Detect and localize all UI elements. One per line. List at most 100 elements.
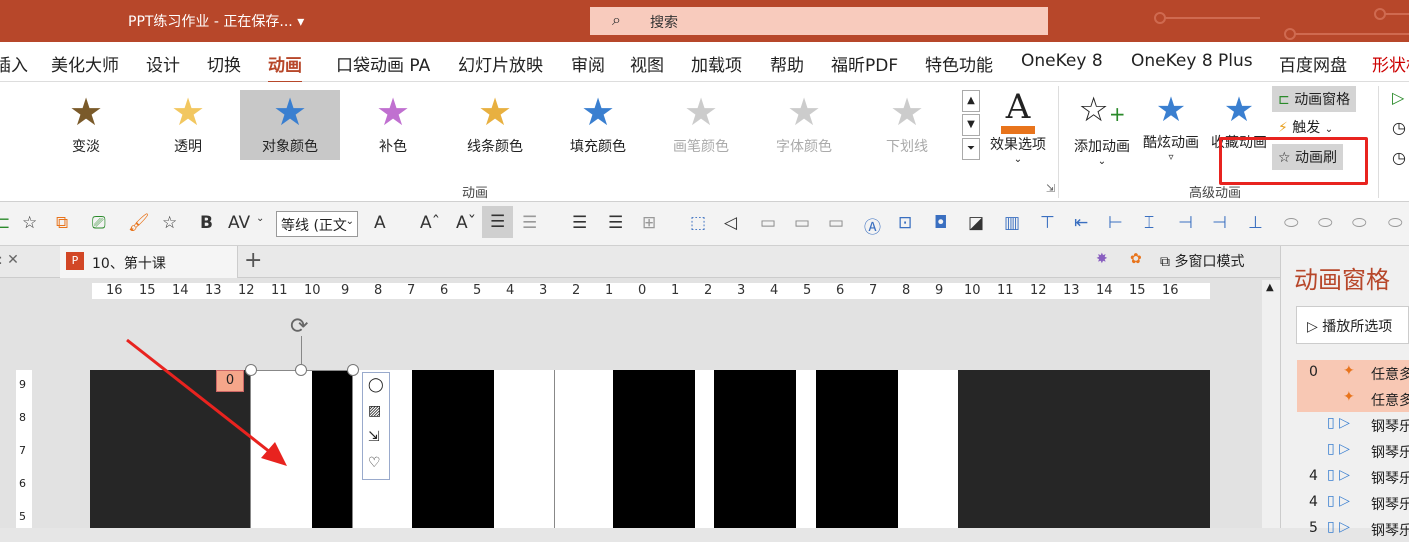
- shapes-icon[interactable]: ◘: [934, 213, 947, 233]
- send-icon[interactable]: ◁: [724, 213, 737, 233]
- align-center-objects-icon[interactable]: ⌶: [1144, 213, 1154, 233]
- search-box[interactable]: ⌕ 搜索: [590, 7, 1048, 35]
- textbox-icon[interactable]: ▭: [760, 213, 776, 233]
- multi-window-button[interactable]: ⧉ 多窗口模式: [1160, 251, 1244, 271]
- animation-effect-6[interactable]: ★ 画笔颜色: [651, 90, 751, 160]
- preview-play-icon[interactable]: ▷: [1392, 88, 1404, 107]
- tab-3[interactable]: 切换: [207, 51, 241, 76]
- tab-15[interactable]: 百度网盘: [1279, 51, 1347, 76]
- tab-10[interactable]: 帮助: [770, 51, 804, 76]
- gallery-scroll-down[interactable]: ▼: [962, 114, 980, 136]
- animation-list-item[interactable]: 0 ✦ 任意多: [1297, 360, 1409, 386]
- align-left-icon[interactable]: ☰: [572, 213, 587, 233]
- scroll-up-icon[interactable]: ▲: [1266, 282, 1274, 293]
- animation-list-item[interactable]: 4 ▯ ▷ 钢琴乐: [1297, 490, 1409, 516]
- animation-list-item[interactable]: ✦ 任意多: [1297, 386, 1409, 412]
- resize-handle[interactable]: [347, 364, 359, 376]
- align-left-objects-icon[interactable]: ⊢: [1108, 213, 1123, 233]
- delay-clock-icon[interactable]: ◷: [1392, 148, 1406, 167]
- shape-icon[interactable]: ⧉: [56, 213, 68, 233]
- add-animation-button[interactable]: ☆+ 添加动画 ⌄: [1068, 88, 1136, 167]
- play-selected-button[interactable]: ▷ 播放所选项: [1296, 306, 1409, 344]
- grow-font-icon[interactable]: Aˆ: [420, 213, 440, 233]
- tab-11[interactable]: 福昕PDF: [831, 51, 898, 76]
- font-select[interactable]: 等线 (正文 ⌄: [276, 211, 358, 237]
- shape-outline-icon[interactable]: ◯: [368, 377, 384, 393]
- animation-effect-5[interactable]: ★ 填充颜色: [548, 90, 648, 160]
- textbox-top-icon[interactable]: ▭: [828, 213, 844, 233]
- animation-effect-7[interactable]: ★ 字体颜色: [754, 90, 854, 160]
- piano-black-key[interactable]: [613, 370, 695, 528]
- gallery-scroll-up[interactable]: ▲: [962, 90, 980, 112]
- animation-effect-4[interactable]: ★ 线条颜色: [445, 90, 545, 160]
- animation-effect-2[interactable]: ★ 对象颜色: [240, 90, 340, 160]
- merge-shapes-icon[interactable]: ⬭: [1284, 213, 1299, 233]
- image-icon[interactable]: ▨: [368, 403, 381, 419]
- animation-list-item[interactable]: ▯ ▷ 钢琴乐: [1297, 412, 1409, 438]
- effect-options-button[interactable]: A 效果选项 ⌄: [986, 88, 1050, 165]
- chart-icon[interactable]: ▥: [1004, 213, 1020, 233]
- char-spacing-button[interactable]: AV: [228, 213, 250, 233]
- animation-list-item[interactable]: 4 ▯ ▷ 钢琴乐: [1297, 464, 1409, 490]
- play-star-icon[interactable]: ☆: [22, 213, 37, 233]
- piano-black-key[interactable]: [714, 370, 796, 528]
- magic-icon[interactable]: ✸: [1096, 251, 1108, 267]
- union-icon[interactable]: ⬭: [1318, 213, 1333, 233]
- paint-brush-icon[interactable]: 🖌: [128, 213, 150, 233]
- vertical-scrollbar[interactable]: ▲: [1262, 280, 1280, 528]
- align-top-icon[interactable]: ⊤: [1040, 213, 1055, 233]
- tab-5[interactable]: 口袋动画 PA: [336, 51, 430, 76]
- tab-close-icon[interactable]: : ✕: [0, 252, 19, 268]
- align-right-objects-icon[interactable]: ⊣: [1212, 213, 1227, 233]
- text-frame-icon[interactable]: Ⓐ: [864, 213, 881, 238]
- tab-12[interactable]: 特色功能: [925, 51, 993, 76]
- animation-effect-3[interactable]: ★ 补色: [343, 90, 443, 160]
- table-icon[interactable]: ⊞: [642, 213, 656, 233]
- tab-13[interactable]: OneKey 8: [1021, 51, 1103, 71]
- tab-4[interactable]: 动画: [268, 51, 302, 84]
- align-right-icon[interactable]: ☰: [608, 213, 623, 233]
- animation-list-item[interactable]: 5 ▯ ▷ 钢琴乐: [1297, 516, 1409, 542]
- distribute-icon[interactable]: ⇤: [1074, 213, 1088, 233]
- align-middle-icon[interactable]: ⊣: [1178, 213, 1193, 233]
- font-color-icon[interactable]: A: [374, 213, 386, 233]
- transform-icon[interactable]: ⬚: [690, 213, 706, 233]
- document-title[interactable]: PPT练习作业 - 正在保存... ▾: [128, 11, 304, 31]
- animation-list-item[interactable]: ▯ ▷ 钢琴乐: [1297, 438, 1409, 464]
- align-bottom-icon[interactable]: ⊥: [1248, 213, 1263, 233]
- edit-shape-icon[interactable]: ◪: [968, 213, 984, 233]
- tab-0[interactable]: 插入: [0, 51, 28, 76]
- justify-icon[interactable]: ☰: [522, 213, 537, 233]
- animation-effect-0[interactable]: ★ 变淡: [36, 90, 136, 160]
- heart-icon[interactable]: ♡: [368, 455, 381, 471]
- piano-black-key[interactable]: [312, 370, 352, 528]
- timing-clock-icon[interactable]: ◷: [1392, 118, 1406, 137]
- document-tab[interactable]: P 10、第十课: [60, 246, 238, 278]
- resize-icon[interactable]: ⇲: [368, 429, 380, 445]
- tab-16[interactable]: 形状格: [1372, 51, 1409, 76]
- pane-icon[interactable]: ⊏: [0, 213, 10, 233]
- rotate-handle-icon[interactable]: ⟳: [290, 314, 308, 339]
- frame-icon[interactable]: ⊡: [898, 213, 912, 233]
- tab-14[interactable]: OneKey 8 Plus: [1131, 51, 1253, 71]
- resize-handle[interactable]: [295, 364, 307, 376]
- tab-8[interactable]: 视图: [630, 51, 664, 76]
- piano-black-key[interactable]: [816, 370, 898, 528]
- chevron-down-icon[interactable]: ⌄: [256, 213, 264, 224]
- new-tab-icon[interactable]: +: [244, 248, 262, 273]
- animation-pane-button[interactable]: ⊏ 动画窗格: [1272, 86, 1357, 112]
- tab-7[interactable]: 审阅: [571, 51, 605, 76]
- star-icon[interactable]: ☆: [162, 213, 177, 233]
- piano-black-key[interactable]: [412, 370, 494, 528]
- animation-effect-8[interactable]: ★ 下划线: [857, 90, 957, 160]
- animation-effect-1[interactable]: ★ 透明: [138, 90, 238, 160]
- gallery-expand[interactable]: ⏷: [962, 138, 980, 160]
- intersect-icon[interactable]: ⬭: [1352, 213, 1367, 233]
- tab-2[interactable]: 设计: [146, 51, 180, 76]
- align-center-icon[interactable]: ☰: [482, 206, 514, 238]
- slide-show-icon[interactable]: ⎚: [92, 213, 106, 233]
- tab-6[interactable]: 幻灯片放映: [458, 51, 543, 76]
- tab-1[interactable]: 美化大师: [51, 51, 119, 76]
- tab-9[interactable]: 加载项: [691, 51, 742, 76]
- subtract-icon[interactable]: ⬭: [1388, 213, 1403, 233]
